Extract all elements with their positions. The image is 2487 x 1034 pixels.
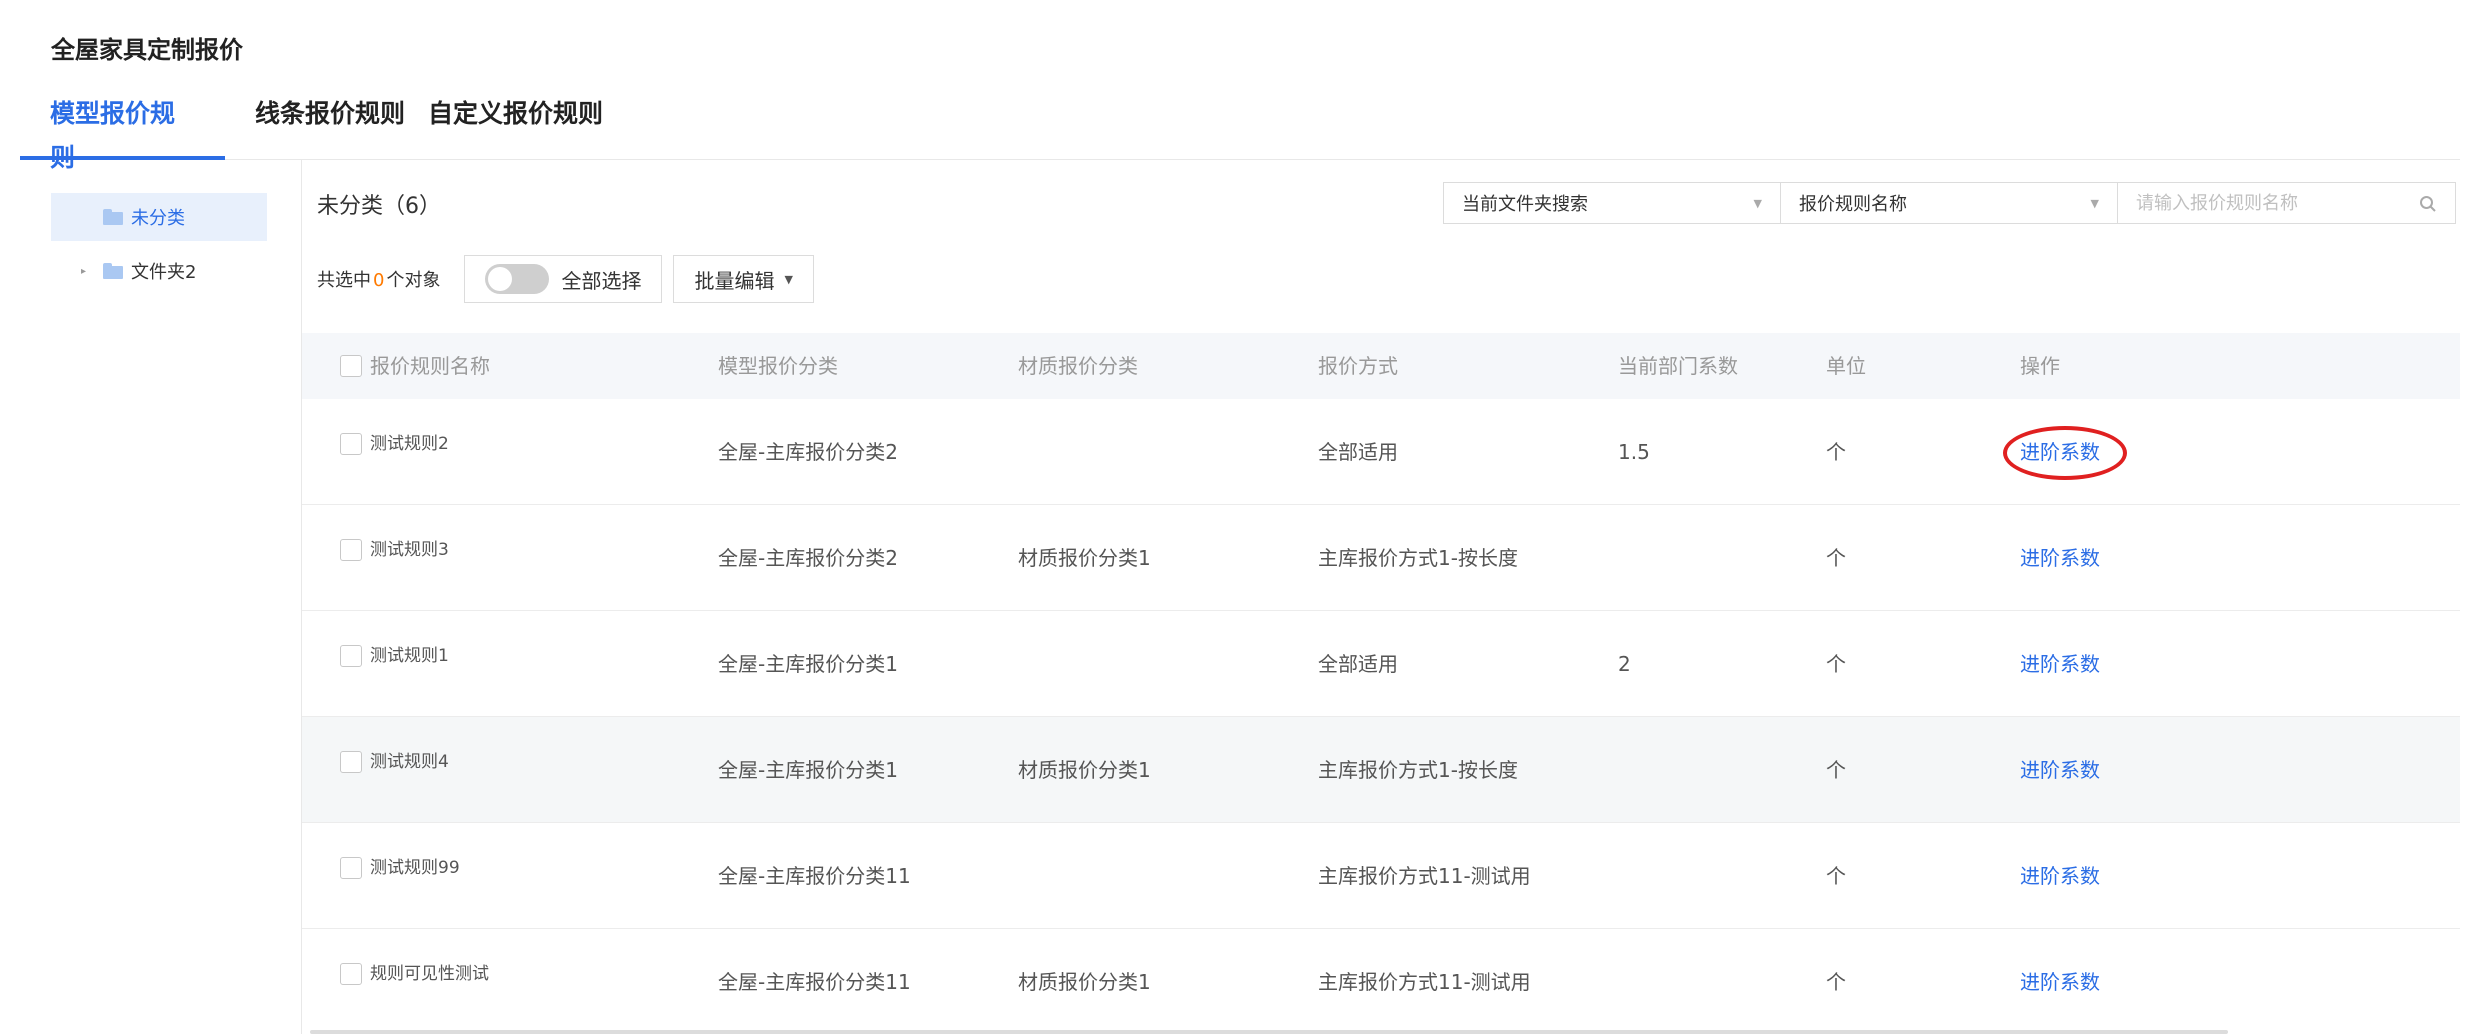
unit: 个 [1826, 652, 1846, 676]
unit: 个 [1826, 440, 1846, 464]
rules-table: 报价规则名称 模型报价分类 材质报价分类 报价方式 当前部门系数 单位 操作 测… [302, 333, 2460, 1034]
table-row: 规则可见性测试 全屋-主库报价分类11 材质报价分类1 主库报价方式11-测试用… [302, 929, 2460, 1034]
table-header: 报价规则名称 模型报价分类 材质报价分类 报价方式 当前部门系数 单位 操作 [302, 333, 2460, 399]
col-header-model-cat: 模型报价分类 [718, 354, 838, 378]
advanced-coef-link[interactable]: 进阶系数 [2020, 823, 2100, 929]
caret-down-icon: ▼ [2090, 196, 2099, 210]
rule-name: 规则可见性测试 [370, 964, 489, 984]
folder-tree: 未分类 ▸ 文件夹2 [20, 160, 302, 1034]
dept-coefficient: 2 [1618, 652, 1631, 676]
material-category: 材质报价分类1 [1018, 758, 1151, 782]
caret-down-icon: ▼ [784, 272, 793, 286]
tree-item-label: 未分类 [131, 208, 185, 229]
search-scope-select[interactable]: 当前文件夹搜索 ▼ [1443, 182, 1781, 224]
row-checkbox[interactable] [340, 433, 362, 455]
unit: 个 [1826, 970, 1846, 994]
col-header-material-cat: 材质报价分类 [1018, 354, 1138, 378]
col-header-method: 报价方式 [1318, 354, 1398, 378]
tree-item-uncategorized[interactable]: 未分类 [51, 193, 267, 241]
select-all-toggle[interactable]: 全部选择 [464, 255, 663, 303]
tree-item-label: 文件夹2 [131, 262, 197, 283]
col-header-name: 报价规则名称 [370, 354, 490, 378]
caret-down-icon: ▼ [1753, 196, 1762, 210]
model-category: 全屋-主库报价分类11 [718, 864, 911, 888]
folder-icon [103, 263, 123, 279]
select-all-checkbox[interactable] [340, 355, 362, 377]
row-checkbox[interactable] [340, 963, 362, 985]
tab-model-rules[interactable]: 模型报价规则 [20, 92, 225, 172]
quote-method: 全部适用 [1318, 440, 1398, 464]
main-panel: 未分类（6） 当前文件夹搜索 ▼ 报价规则名称 ▼ 共选中0个对象 全部选择 批… [302, 160, 2460, 1034]
selection-summary: 共选中 0 个对象 [317, 270, 441, 291]
selection-bar: 共选中 0 个对象 全部选择 批量编辑 ▼ [317, 255, 814, 303]
advanced-coef-link[interactable]: 进阶系数 [2020, 929, 2100, 1034]
model-category: 全屋-主库报价分类2 [718, 440, 898, 464]
row-checkbox[interactable] [340, 645, 362, 667]
material-category: 材质报价分类1 [1018, 970, 1151, 994]
quote-method: 主库报价方式1-按长度 [1318, 546, 1518, 570]
caret-right-icon[interactable]: ▸ [81, 266, 95, 277]
col-header-unit: 单位 [1826, 354, 1866, 378]
model-category: 全屋-主库报价分类2 [718, 546, 898, 570]
search-bar: 当前文件夹搜索 ▼ 报价规则名称 ▼ [1443, 182, 2456, 224]
row-checkbox[interactable] [340, 857, 362, 879]
quote-method: 全部适用 [1318, 652, 1398, 676]
advanced-coef-link[interactable]: 进阶系数 [2020, 717, 2100, 823]
table-row: 测试规则1 全屋-主库报价分类1 全部适用 2 个 进阶系数 [302, 611, 2460, 717]
advanced-coef-link[interactable]: 进阶系数 [2020, 505, 2100, 611]
search-input[interactable] [2136, 192, 2396, 214]
tab-custom-rules[interactable]: 自定义报价规则 [398, 92, 633, 160]
model-category: 全屋-主库报价分类1 [718, 652, 898, 676]
model-category: 全屋-主库报价分类11 [718, 970, 911, 994]
table-row: 测试规则2 全屋-主库报价分类2 全部适用 1.5 个 进阶系数 [302, 399, 2460, 505]
quote-method: 主库报价方式11-测试用 [1318, 864, 1531, 888]
table-row: 测试规则3 全屋-主库报价分类2 材质报价分类1 主库报价方式1-按长度 个 进… [302, 505, 2460, 611]
horizontal-scrollbar[interactable] [310, 1030, 2228, 1034]
advanced-coef-link[interactable]: 进阶系数 [2020, 399, 2100, 505]
unit: 个 [1826, 546, 1846, 570]
rule-name: 测试规则1 [370, 646, 449, 666]
model-category: 全屋-主库报价分类1 [718, 758, 898, 782]
unit: 个 [1826, 758, 1846, 782]
folder-title: 未分类（6） [317, 194, 441, 219]
batch-edit-button[interactable]: 批量编辑 ▼ [673, 255, 814, 303]
rule-name: 测试规则99 [370, 858, 460, 878]
row-checkbox[interactable] [340, 539, 362, 561]
search-icon[interactable] [2419, 195, 2437, 213]
row-checkbox[interactable] [340, 751, 362, 773]
tab-bar: 模型报价规则 线条报价规则 自定义报价规则 [20, 92, 2460, 172]
selected-count: 0 [373, 270, 385, 291]
dept-coefficient: 1.5 [1618, 440, 1650, 464]
quote-method: 主库报价方式11-测试用 [1318, 970, 1531, 994]
unit: 个 [1826, 864, 1846, 888]
table-row: 测试规则99 全屋-主库报价分类11 主库报价方式11-测试用 个 进阶系数 [302, 823, 2460, 929]
search-input-box [2117, 182, 2456, 224]
advanced-coef-link[interactable]: 进阶系数 [2020, 611, 2100, 717]
quote-method: 主库报价方式1-按长度 [1318, 758, 1518, 782]
material-category: 材质报价分类1 [1018, 546, 1151, 570]
rule-name: 测试规则2 [370, 434, 449, 454]
rule-name: 测试规则3 [370, 540, 449, 560]
rule-name: 测试规则4 [370, 752, 449, 772]
col-header-coef: 当前部门系数 [1618, 354, 1738, 378]
col-header-action: 操作 [2020, 354, 2060, 378]
toggle-switch[interactable] [485, 264, 550, 294]
table-row: 测试规则4 全屋-主库报价分类1 材质报价分类1 主库报价方式1-按长度 个 进… [302, 717, 2460, 823]
folder-icon [103, 209, 123, 225]
search-field-select[interactable]: 报价规则名称 ▼ [1780, 182, 2118, 224]
tree-item-folder2[interactable]: ▸ 文件夹2 [51, 247, 267, 295]
app-title: 全屋家具定制报价 [51, 36, 243, 64]
